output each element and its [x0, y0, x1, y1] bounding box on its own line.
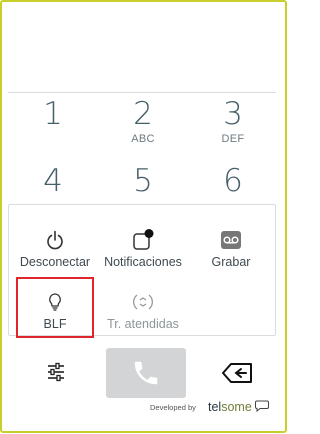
key-digit: 1 — [43, 96, 63, 132]
key-digit: 4 — [43, 163, 63, 199]
key-4[interactable]: 4 — [8, 165, 98, 197]
call-transfer-label: Tr. atendidas — [107, 317, 179, 331]
developer-credit: Developed by telsome — [150, 400, 275, 419]
dialpad: 1 2 ABC 3 DEF 4 5 6 — [8, 93, 276, 203]
brand-part2: some — [221, 400, 252, 414]
key-letters: DEF — [221, 133, 245, 145]
brand-logo: telsome — [208, 400, 270, 414]
power-icon — [47, 230, 63, 250]
key-5[interactable]: 5 — [98, 165, 188, 197]
record-label: Grabar — [211, 255, 251, 269]
key-digit: 6 — [223, 163, 243, 199]
bottom-bar — [8, 336, 276, 406]
speech-bubble-icon — [255, 400, 270, 413]
key-digit: 3 — [223, 96, 243, 132]
notifications-label: Notificaciones — [104, 255, 182, 269]
key-digit: 2 — [133, 96, 153, 132]
voicemail-icon — [221, 231, 241, 249]
call-button[interactable] — [106, 348, 186, 398]
record-button[interactable]: Grabar — [187, 227, 275, 269]
blf-highlight-box — [16, 277, 94, 338]
disconnect-label: Desconectar — [19, 255, 91, 269]
key-6[interactable]: 6 — [188, 165, 278, 197]
key-letters: ABC — [131, 133, 155, 145]
backspace-icon[interactable] — [221, 362, 253, 384]
developed-by-text: Developed by — [150, 403, 196, 412]
phone-icon — [134, 361, 158, 385]
brand-part1: tel — [208, 400, 222, 414]
key-2[interactable]: 2 ABC — [98, 98, 188, 145]
key-1[interactable]: 1 — [8, 98, 98, 130]
transfer-icon — [133, 294, 153, 310]
number-display[interactable] — [8, 2, 276, 93]
notification-icon — [133, 229, 154, 250]
notifications-button[interactable]: Notificaciones — [99, 227, 187, 269]
sliders-icon[interactable] — [46, 362, 66, 382]
key-3[interactable]: 3 DEF — [188, 98, 278, 145]
call-transfer-button[interactable]: Tr. atendidas — [99, 289, 187, 331]
key-digit: 5 — [133, 163, 153, 199]
disconnect-button[interactable]: Desconectar — [11, 227, 99, 269]
